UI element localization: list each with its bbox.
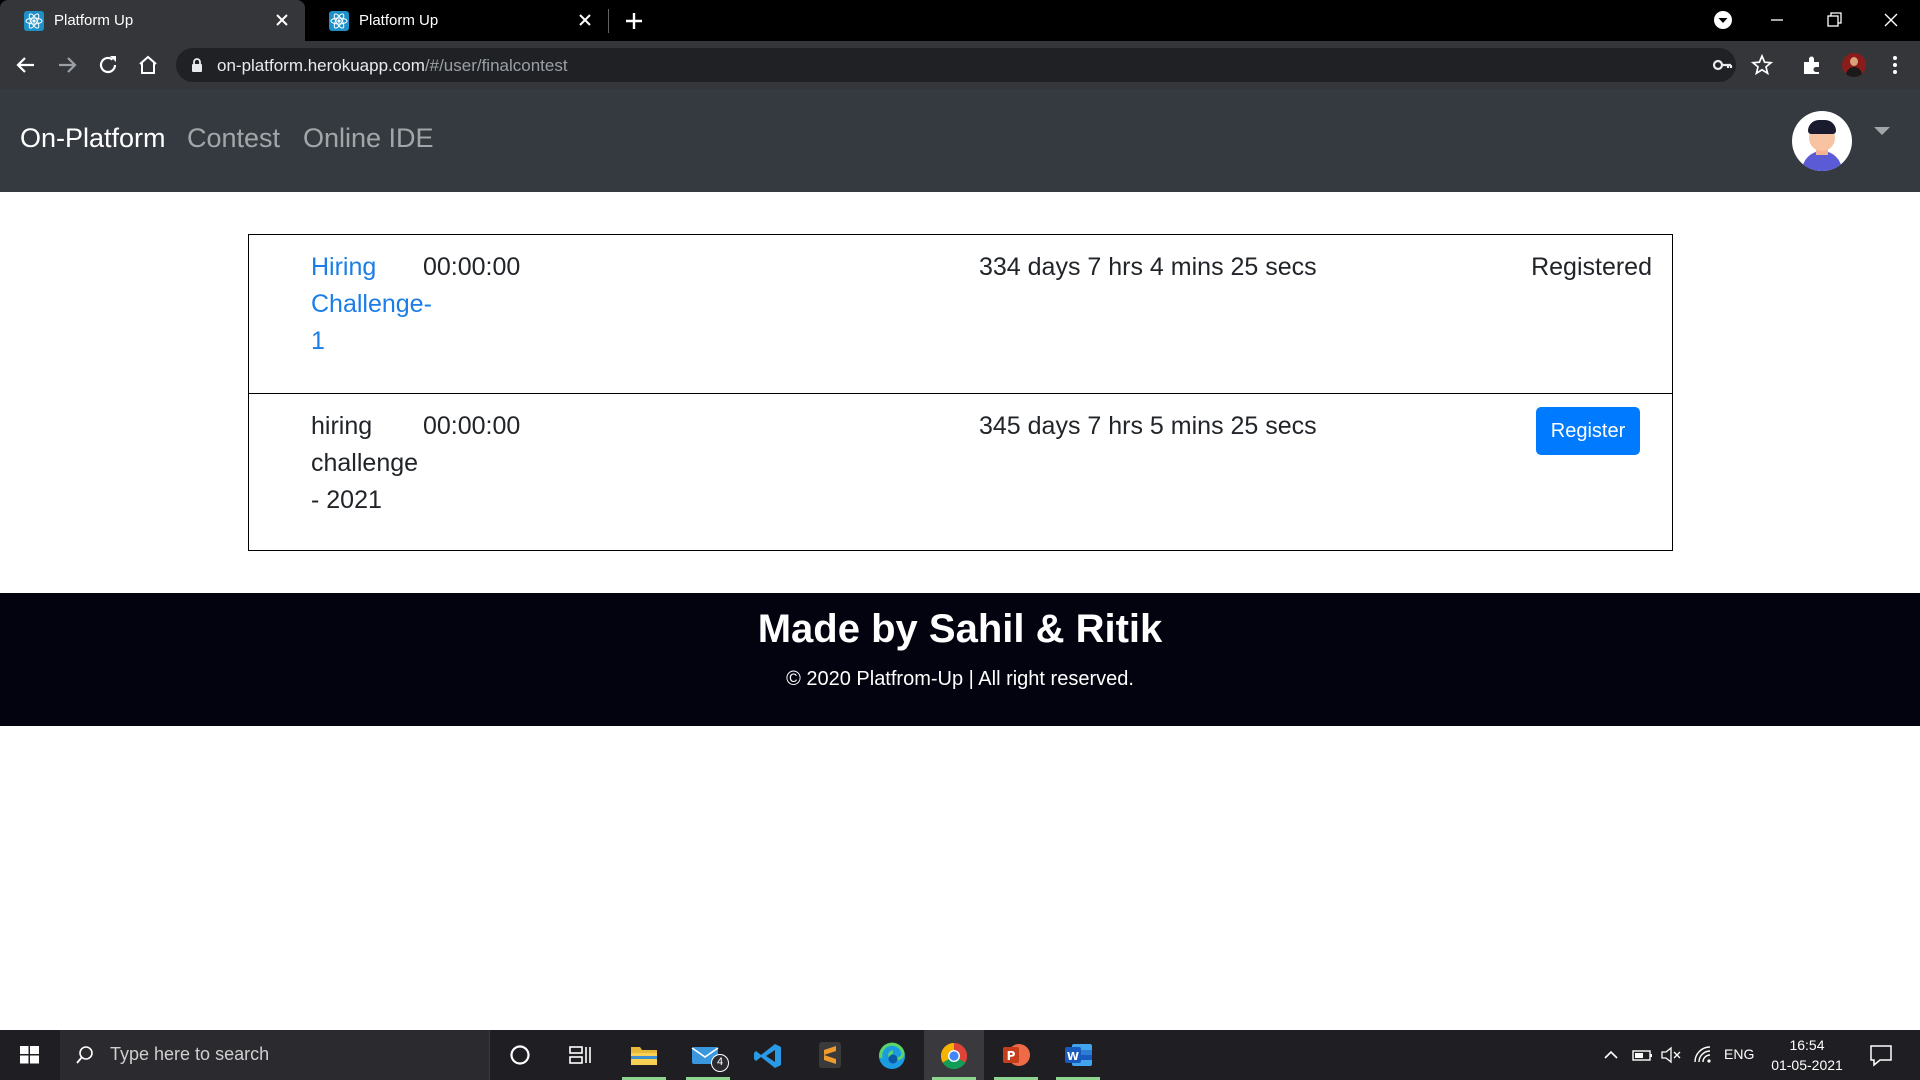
footer-title: Made by Sahil & Ritik (757, 607, 1163, 651)
word-icon: W (1065, 1044, 1092, 1066)
menu-dots-icon[interactable] (1884, 54, 1906, 76)
contest-time-left: 345 days 7 hrs 5 mins 25 secs (979, 412, 1317, 440)
sublime-icon (819, 1042, 841, 1068)
notifications-icon[interactable] (1868, 1042, 1894, 1068)
tab-title: Platform Up (54, 12, 134, 29)
taskbar: Type here to search 4 P W ENG 16:54 01-0… (0, 1030, 1920, 1080)
vscode-button[interactable] (738, 1030, 798, 1080)
forward-arrow-icon[interactable] (55, 53, 79, 77)
avatar-icon[interactable] (1792, 111, 1852, 171)
app-navbar: On-Platform Contest Online IDE (0, 89, 1920, 192)
contest-time: 00:00:00 (423, 412, 521, 440)
chrome-icon (940, 1042, 968, 1070)
caret-down-icon[interactable] (1873, 125, 1891, 137)
chevron-up-icon[interactable] (1602, 1045, 1620, 1065)
taskbar-search[interactable]: Type here to search (60, 1030, 490, 1080)
close-icon[interactable] (576, 11, 594, 29)
search-icon (76, 1046, 93, 1064)
volume-muted-icon[interactable] (1660, 1045, 1682, 1065)
close-window-icon[interactable] (1878, 8, 1904, 32)
react-favicon-icon (24, 10, 44, 31)
search-placeholder: Type here to search (110, 1044, 270, 1064)
word-button[interactable]: W (1048, 1030, 1108, 1080)
close-icon[interactable] (273, 11, 291, 29)
clock-date: 01-05-2021 (1771, 1057, 1843, 1073)
tab-divider (608, 9, 609, 33)
clock-time: 16:54 (1789, 1037, 1825, 1053)
nav-link-contest[interactable]: Contest (187, 123, 280, 154)
contest-list: Hiring Challenge-1 00:00:00 334 days 7 h… (248, 234, 1673, 551)
url-host: on-platform.herokuapp.com (217, 56, 425, 75)
tab-title: Platform Up (359, 12, 439, 29)
extensions-icon[interactable] (1801, 54, 1823, 76)
contest-row: hiring challenge - 2021 00:00:00 345 day… (249, 393, 1672, 551)
minimize-icon[interactable] (1764, 8, 1790, 32)
windows-start-icon[interactable] (0, 1030, 60, 1080)
contest-time: 00:00:00 (423, 253, 521, 281)
tab-platform-up-1[interactable]: Platform Up (0, 0, 305, 41)
clock[interactable]: 16:54 01-05-2021 (1762, 1035, 1852, 1075)
plus-icon[interactable] (622, 9, 646, 33)
footer: Made by Sahil & Ritik © 2020 Platfrom-Up… (0, 593, 1920, 726)
edge-icon (879, 1042, 905, 1069)
battery-icon[interactable] (1632, 1045, 1654, 1065)
register-button[interactable]: Register (1536, 407, 1640, 455)
key-icon[interactable] (1711, 54, 1733, 76)
url-text[interactable]: on-platform.herokuapp.com/#/user/finalco… (217, 56, 568, 76)
task-view-icon (569, 1046, 591, 1064)
url-path: /#/user/finalcontest (424, 56, 568, 75)
language-indicator[interactable]: ENG (1724, 1046, 1754, 1066)
contest-name-link[interactable]: Hiring Challenge-1 (311, 249, 433, 360)
profile-dropdown-icon[interactable] (1710, 8, 1736, 32)
svg-text:W: W (1067, 1050, 1079, 1063)
footer-copyright: © 2020 Platfrom-Up | All right reserved. (786, 668, 1134, 690)
tab-strip: Platform Up Platform Up (0, 0, 1920, 41)
cortana-button[interactable] (490, 1030, 550, 1080)
contest-time-left: 334 days 7 hrs 4 mins 25 secs (979, 253, 1317, 281)
react-favicon-icon (329, 10, 349, 31)
vscode-icon (754, 1044, 781, 1068)
contest-name: hiring challenge - 2021 (311, 412, 419, 514)
navbar-brand[interactable]: On-Platform (20, 123, 166, 154)
mail-badge: 4 (711, 1054, 729, 1072)
reload-icon[interactable] (96, 53, 120, 77)
tab-platform-up-2[interactable]: Platform Up (305, 0, 608, 41)
file-explorer-icon (631, 1047, 657, 1065)
powerpoint-icon: P (1003, 1044, 1030, 1066)
browser-toolbar: on-platform.herokuapp.com/#/user/finalco… (0, 41, 1920, 89)
file-explorer-button[interactable] (614, 1030, 674, 1080)
star-icon[interactable] (1751, 54, 1773, 76)
svg-text:P: P (1007, 1049, 1016, 1063)
restore-icon[interactable] (1821, 8, 1847, 32)
contest-row: Hiring Challenge-1 00:00:00 334 days 7 h… (249, 235, 1672, 393)
sublime-button[interactable] (800, 1030, 860, 1080)
nav-link-online-ide[interactable]: Online IDE (303, 123, 434, 154)
registered-status: Registered (1531, 253, 1652, 281)
back-arrow-icon[interactable] (14, 53, 38, 77)
lock-icon[interactable] (190, 57, 204, 73)
cortana-icon (510, 1045, 530, 1065)
chrome-button[interactable] (924, 1030, 984, 1080)
task-view-button[interactable] (550, 1030, 610, 1080)
wifi-icon[interactable] (1692, 1045, 1714, 1065)
mail-button[interactable]: 4 (678, 1030, 738, 1080)
edge-button[interactable] (862, 1030, 922, 1080)
home-icon[interactable] (136, 53, 160, 77)
address-bar[interactable]: on-platform.herokuapp.com/#/user/finalco… (176, 48, 1736, 82)
powerpoint-button[interactable]: P (986, 1030, 1046, 1080)
profile-icon[interactable] (1842, 53, 1866, 77)
